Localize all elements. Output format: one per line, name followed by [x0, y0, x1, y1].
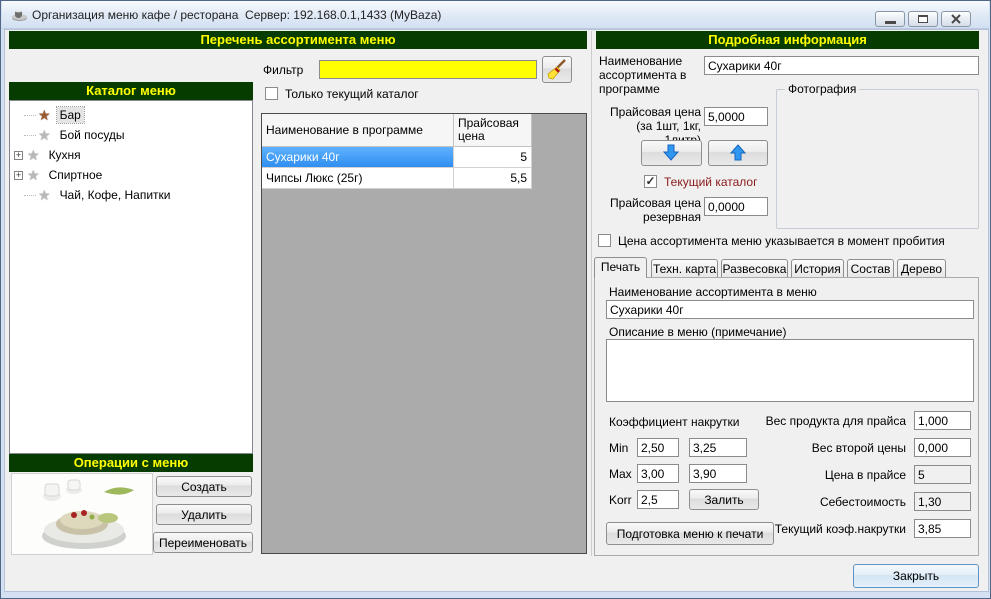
tree-item-label[interactable]: Спиртное: [46, 167, 106, 183]
close-button[interactable]: Закрыть: [853, 564, 979, 588]
cost-value: [914, 492, 971, 511]
korr-label: Korr: [609, 493, 632, 507]
tree-item-bar[interactable]: ★ Бар: [24, 105, 252, 125]
price-in-list-label: Цена в прайсе: [761, 468, 906, 482]
photo-groupbox: Фотография: [776, 89, 979, 229]
operations-header: Операции с меню: [9, 454, 253, 472]
tab-sostav[interactable]: Состав: [847, 259, 894, 278]
tree-connector: [24, 135, 36, 136]
photo-label: Фотография: [785, 82, 859, 96]
min-label: Min: [609, 441, 628, 455]
tab-derevo[interactable]: Дерево: [897, 259, 946, 278]
max-label: Max: [609, 467, 632, 481]
arrow-down-icon: [642, 152, 681, 166]
menu-description-label: Описание в меню (примечание): [609, 325, 786, 339]
table-row[interactable]: Чипсы Люкс (25г) 5,5: [262, 168, 586, 189]
rename-button[interactable]: Переименовать: [153, 532, 253, 553]
cost-label: Себестоимость: [761, 495, 906, 509]
column-header-name[interactable]: Наименование в программе: [262, 114, 454, 147]
tree-connector: [24, 195, 36, 196]
catalog-header: Каталог меню: [9, 82, 253, 100]
price-at-sale-label: Цена ассортимента меню указывается в мом…: [618, 234, 945, 248]
second-price-weight-input[interactable]: [914, 438, 971, 457]
product-weight-input[interactable]: [914, 411, 971, 430]
item-price-cell[interactable]: 5,5: [454, 168, 532, 189]
minimize-icon[interactable]: [875, 11, 905, 27]
star-icon: ★: [38, 127, 51, 144]
assortment-header: Перечень ассортимента меню: [9, 31, 587, 49]
price-input[interactable]: [704, 107, 768, 126]
tab-tehn-karta[interactable]: Техн. карта: [651, 259, 718, 278]
item-price-cell[interactable]: 5: [454, 147, 532, 168]
korr-input[interactable]: [637, 490, 679, 509]
reserve-price-label: Прайсовая цена резервная: [609, 196, 701, 224]
create-button[interactable]: Создать: [156, 476, 252, 497]
broom-icon: [543, 70, 569, 84]
delete-button[interactable]: Удалить: [156, 504, 252, 525]
food-photo-image: [11, 473, 153, 555]
name-in-program-input[interactable]: [704, 56, 979, 75]
arrow-up-icon: [709, 152, 748, 166]
title-bar[interactable]: Организация меню кафе / ресторана Сервер…: [2, 1, 989, 29]
tree-item-chai-kofe[interactable]: ★ Чай, Кофе, Напитки: [24, 185, 252, 205]
tab-razvesovka[interactable]: Развесовка: [721, 259, 788, 278]
min-input-2[interactable]: [689, 438, 747, 457]
items-table: Наименование в программе Прайсовая цена …: [261, 113, 587, 554]
product-weight-label: Вес продукта для прайса: [761, 414, 906, 428]
price-in-list-value: [914, 465, 971, 484]
current-catalog-label: Текущий каталог: [664, 175, 757, 189]
tree-item-spirtnoe[interactable]: + ★ Спиртное: [14, 165, 252, 185]
tree-item-label[interactable]: Чай, Кофе, Напитки: [57, 187, 174, 203]
clear-filter-button[interactable]: [542, 56, 572, 83]
app-window: Организация меню кафе / ресторана Сервер…: [0, 0, 991, 599]
star-icon: ★: [27, 167, 40, 184]
max-input-2[interactable]: [689, 464, 747, 483]
item-name-cell[interactable]: Чипсы Люкс (25г): [262, 168, 454, 189]
window-title: Организация меню кафе / ресторана Сервер…: [32, 8, 441, 22]
only-current-catalog-checkbox[interactable]: [265, 87, 278, 100]
details-header: Подробная информация: [596, 31, 979, 49]
tree-item-kuhnya[interactable]: + ★ Кухня: [14, 145, 252, 165]
name-in-program-label: Наименование ассортимента в программе: [599, 54, 701, 96]
maximize-icon[interactable]: [908, 11, 938, 27]
reserve-price-input[interactable]: [704, 197, 768, 216]
expand-icon[interactable]: +: [14, 171, 23, 180]
tab-pechat[interactable]: Печать: [594, 257, 647, 278]
only-current-catalog-label: Только текущий каталог: [285, 87, 419, 101]
min-input-1[interactable]: [637, 438, 679, 457]
current-markup-input[interactable]: [914, 519, 971, 538]
table-row[interactable]: Сухарики 40г 5: [262, 147, 586, 168]
markup-coefficient-label: Коэффициент накрутки: [609, 415, 739, 429]
max-input-1[interactable]: [637, 464, 679, 483]
price-up-button[interactable]: [708, 140, 768, 166]
current-markup-label: Текущий коэф.накрутки: [761, 522, 906, 536]
tree-item-label[interactable]: Бар: [57, 107, 84, 123]
panel-divider: [591, 31, 592, 556]
menu-name-label: Наименование ассортимента в меню: [609, 285, 817, 299]
catalog-tree: ★ Бар ★ Бой посуды + ★ Кухня + ★ Спиртно…: [9, 100, 253, 454]
star-icon: ★: [38, 107, 51, 124]
prepare-menu-print-button[interactable]: Подготовка меню к печати: [606, 522, 774, 545]
second-price-weight-label: Вес второй цены: [761, 441, 906, 455]
tree-item-label[interactable]: Кухня: [46, 147, 84, 163]
tree-item-boy-posudy[interactable]: ★ Бой посуды: [24, 125, 252, 145]
close-icon[interactable]: [941, 11, 971, 27]
item-name-cell[interactable]: Сухарики 40г: [262, 147, 454, 168]
menu-name-input[interactable]: [606, 300, 974, 319]
app-icon: [11, 8, 28, 25]
price-down-button[interactable]: [641, 140, 702, 166]
expand-icon[interactable]: +: [14, 151, 23, 160]
star-icon: ★: [38, 187, 51, 204]
tree-item-label[interactable]: Бой посуды: [57, 127, 128, 143]
star-icon: ★: [27, 147, 40, 164]
column-header-price[interactable]: Прайсовая цена: [454, 114, 532, 147]
price-at-sale-checkbox[interactable]: [598, 234, 611, 247]
tab-istoriya[interactable]: История: [791, 259, 844, 278]
tree-connector: [24, 115, 36, 116]
filter-input[interactable]: [319, 60, 537, 79]
fill-button[interactable]: Залить: [689, 489, 759, 510]
current-catalog-checkbox[interactable]: ✓: [644, 175, 657, 188]
menu-description-textarea[interactable]: [606, 339, 974, 402]
filter-label: Фильтр: [263, 63, 303, 77]
